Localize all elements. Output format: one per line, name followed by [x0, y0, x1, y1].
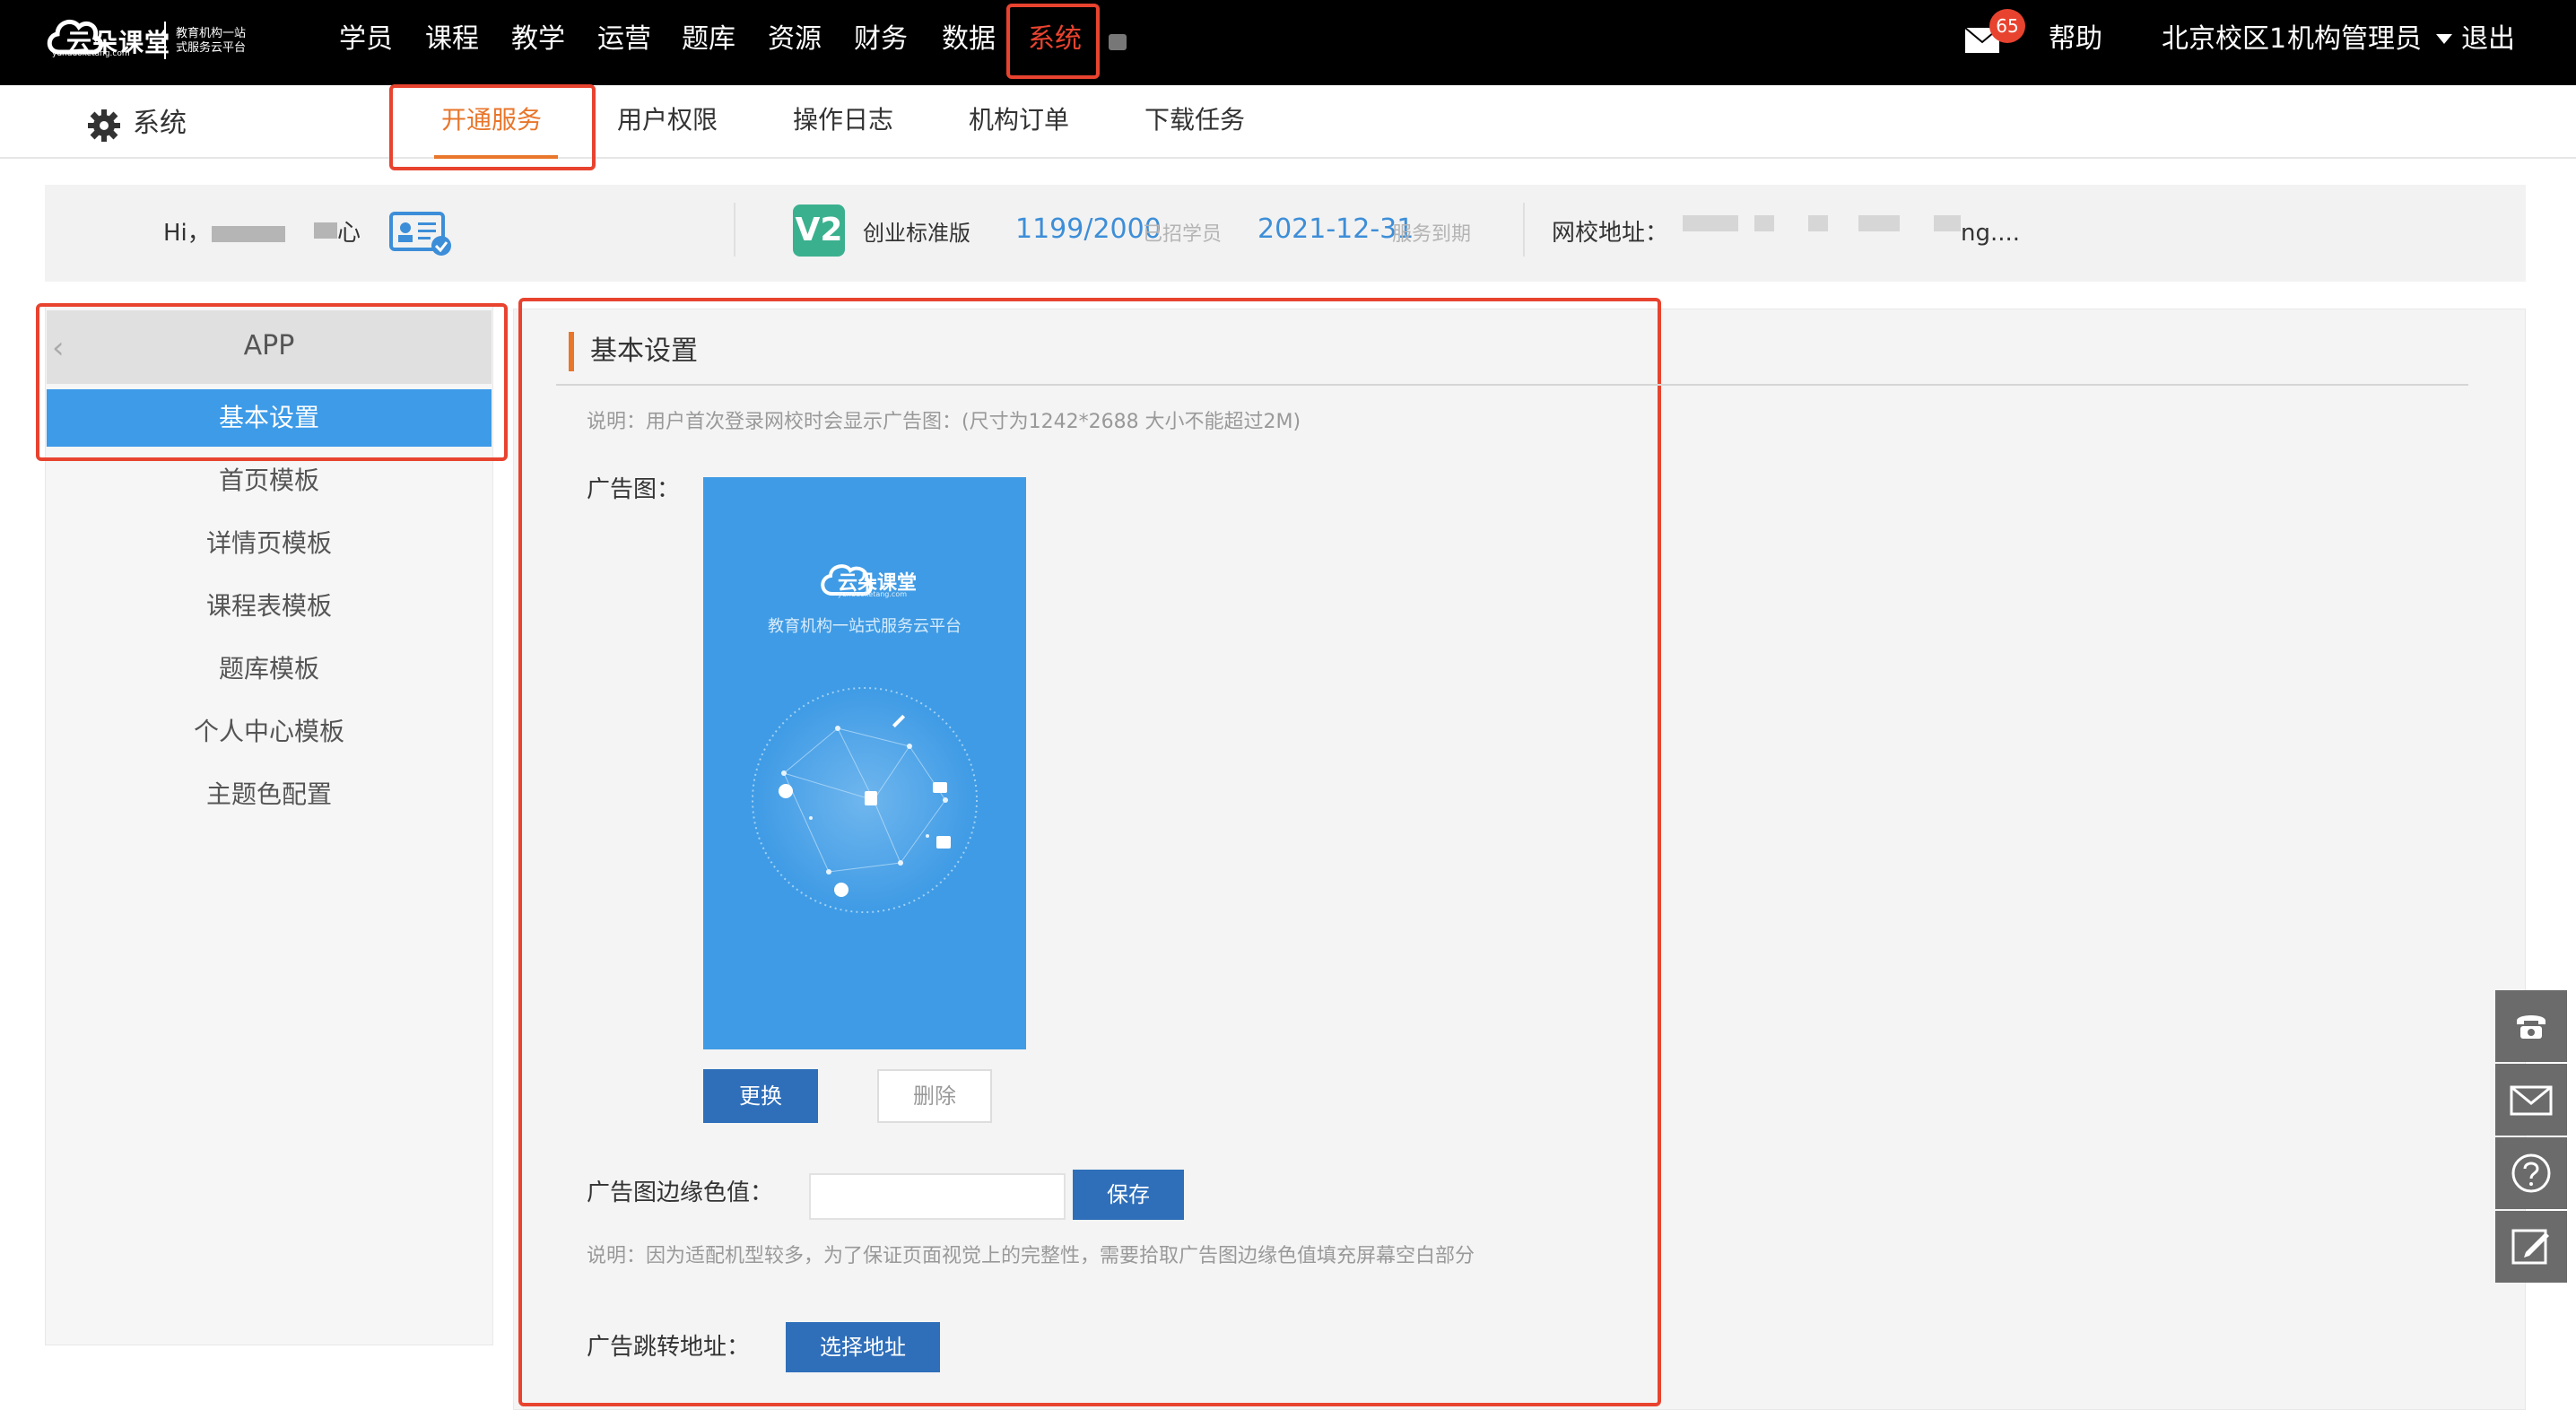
section-title: 基本设置	[590, 335, 698, 367]
delete-button[interactable]: 删除	[877, 1069, 992, 1123]
nav-students[interactable]: 学员	[339, 20, 393, 59]
sidebar-item-question-template[interactable]: 题库模板	[47, 649, 492, 689]
ad-size-note: 说明：用户首次登录网校时会显示广告图：(尺寸为1242*2688 大小不能超过2…	[587, 411, 1301, 433]
logo-slogan: 教育机构一站式服务云平台	[176, 27, 247, 55]
ad-brand-domain: yunduoketang.com	[838, 590, 908, 598]
tab-operation-log[interactable]: 操作日志	[793, 100, 893, 140]
expire-label: 服务到期	[1392, 223, 1472, 246]
nav-courses[interactable]: 课程	[425, 20, 479, 59]
message-count-badge: 65	[1989, 9, 2025, 43]
sidebar-item-home-template[interactable]: 首页模板	[47, 461, 492, 500]
school-url-label: 网校地址：	[1552, 220, 1669, 247]
sidebar-item-theme-color[interactable]: 主题色配置	[47, 775, 492, 814]
greeting-suffix: 心	[337, 220, 361, 247]
sidebar-item-detail-template[interactable]: 详情页模板	[47, 524, 492, 563]
highlight-box-nav-system	[1006, 4, 1100, 79]
highlight-box-main	[518, 298, 1661, 1406]
section-divider	[556, 384, 2468, 386]
mail-icon[interactable]	[2495, 1064, 2567, 1136]
more-icon[interactable]	[1109, 34, 1127, 50]
jump-address-label: 广告跳转地址：	[587, 1334, 751, 1361]
gear-icon	[86, 108, 122, 144]
logo-divider	[164, 22, 166, 59]
logo-domain: yunduoketang.com	[52, 49, 130, 58]
ad-image-preview[interactable]: 云朵课堂 yunduoketang.com 教育机构一站式服务云平台	[703, 477, 1026, 1049]
save-button[interactable]: 保存	[1073, 1170, 1184, 1220]
students-count: 1199/2000	[1015, 213, 1162, 245]
border-color-input[interactable]	[809, 1173, 1066, 1220]
sidebar-item-schedule-template[interactable]: 课程表模板	[47, 587, 492, 626]
info-divider-2	[1523, 203, 1525, 257]
students-label: 已招学员	[1143, 223, 1223, 246]
redacted-url-4	[1858, 215, 1900, 231]
id-card-icon[interactable]	[389, 212, 454, 257]
highlight-box-tab	[389, 84, 596, 170]
expire-date: 2021-12-31	[1258, 213, 1414, 245]
ad-image-label: 广告图：	[587, 476, 681, 503]
help-link[interactable]: 帮助	[2049, 20, 2102, 59]
redacted-url-1	[1683, 215, 1738, 231]
page-title: 系统	[133, 108, 187, 139]
redacted-url-2	[1754, 215, 1774, 231]
user-role[interactable]: 机构管理员	[2287, 20, 2422, 59]
nav-resources[interactable]: 资源	[768, 20, 822, 59]
highlight-box-sidebar	[36, 303, 508, 461]
ad-tagline: 教育机构一站式服务云平台	[768, 617, 962, 636]
logout-link[interactable]: 退出	[2461, 20, 2515, 59]
info-divider	[734, 203, 735, 257]
chevron-down-icon[interactable]	[2436, 34, 2452, 44]
redacted-name	[212, 226, 285, 242]
nav-teaching[interactable]: 教学	[511, 20, 565, 59]
help-icon[interactable]	[2495, 1137, 2567, 1209]
sidebar-item-profile-template[interactable]: 个人中心模板	[47, 712, 492, 752]
tab-org-orders[interactable]: 机构订单	[969, 100, 1069, 140]
greeting-prefix: Hi，	[163, 220, 211, 247]
redacted-name-2	[314, 222, 337, 239]
border-color-note: 说明：因为适配机型较多，为了保证页面视觉上的完整性，需要拾取广告图边缘色值填充屏…	[587, 1245, 1475, 1267]
tab-user-permission[interactable]: 用户权限	[617, 100, 718, 140]
nav-question-bank[interactable]: 题库	[682, 20, 735, 59]
redacted-url-5	[1934, 215, 1961, 231]
tab-download-tasks[interactable]: 下载任务	[1144, 100, 1245, 140]
edit-icon[interactable]	[2495, 1211, 2567, 1283]
nav-data[interactable]: 数据	[942, 20, 996, 59]
section-accent-bar	[569, 332, 574, 371]
redacted-url-3	[1808, 215, 1828, 231]
phone-icon[interactable]	[2495, 990, 2567, 1062]
border-color-label: 广告图边缘色值：	[587, 1179, 774, 1206]
replace-button[interactable]: 更换	[703, 1069, 818, 1123]
edition-name: 创业标准版	[863, 221, 970, 246]
select-address-button[interactable]: 选择地址	[786, 1322, 940, 1372]
nav-finance[interactable]: 财务	[854, 20, 908, 59]
sub-navigation-bar	[0, 85, 2576, 159]
campus-name[interactable]: 北京校区1	[2162, 20, 2286, 59]
school-url-tail[interactable]: ng....	[1961, 215, 2020, 251]
nav-operations[interactable]: 运营	[597, 20, 651, 59]
v2-edition-logo: V2	[793, 205, 845, 257]
